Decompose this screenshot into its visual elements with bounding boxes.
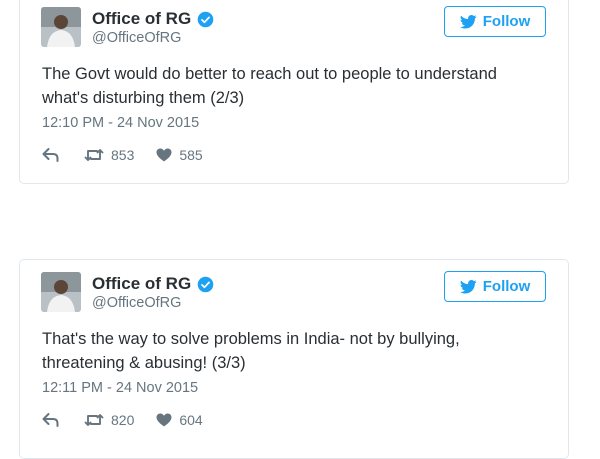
tweet-card: Office of RG @OfficeOfRG Follow The Govt…: [19, 0, 569, 184]
tweet-card: Office of RG @OfficeOfRG Follow That's t…: [19, 259, 569, 459]
author-handle[interactable]: @OfficeOfRG: [92, 295, 181, 311]
retweet-button[interactable]: 853: [84, 147, 134, 163]
author-name[interactable]: Office of RG: [92, 9, 214, 29]
tweet-text: The Govt would do better to reach out to…: [42, 65, 497, 107]
tweet-actions: 853 585: [42, 147, 203, 163]
tweet-text: That's the way to solve problems in Indi…: [42, 330, 460, 372]
avatar[interactable]: [41, 272, 81, 312]
heart-icon: [156, 148, 172, 162]
tweet-timestamp[interactable]: 12:10 PM - 24 Nov 2015: [42, 115, 199, 131]
like-count: 604: [179, 412, 203, 428]
author-name-text: Office of RG: [92, 9, 192, 28]
retweet-icon: [84, 149, 104, 161]
reply-icon: [42, 148, 59, 162]
retweet-button[interactable]: 820: [84, 412, 134, 428]
heart-icon: [156, 413, 172, 427]
tweet-timestamp[interactable]: 12:11 PM - 24 Nov 2015: [42, 380, 198, 396]
twitter-bird-icon: [459, 14, 477, 29]
avatar[interactable]: [41, 7, 81, 47]
verified-badge-icon: [197, 11, 214, 27]
follow-label: Follow: [482, 278, 531, 295]
avatar-image: [41, 272, 81, 312]
retweet-count: 820: [111, 412, 135, 428]
author-name[interactable]: Office of RG: [92, 274, 214, 294]
avatar-image: [41, 7, 81, 47]
like-count: 585: [179, 147, 203, 163]
retweet-icon: [84, 414, 104, 426]
follow-button[interactable]: Follow: [444, 271, 546, 302]
author-handle[interactable]: @OfficeOfRG: [92, 30, 181, 46]
retweet-count: 853: [111, 147, 135, 163]
follow-label: Follow: [482, 13, 531, 30]
author-name-text: Office of RG: [92, 274, 192, 293]
follow-button[interactable]: Follow: [444, 6, 546, 37]
tweet-actions: 820 604: [42, 412, 203, 428]
like-button[interactable]: 604: [156, 412, 203, 428]
reply-icon: [42, 413, 59, 427]
like-button[interactable]: 585: [156, 147, 203, 163]
reply-button[interactable]: [42, 148, 62, 162]
reply-button[interactable]: [42, 413, 62, 427]
twitter-bird-icon: [459, 279, 477, 294]
verified-badge-icon: [197, 276, 214, 292]
